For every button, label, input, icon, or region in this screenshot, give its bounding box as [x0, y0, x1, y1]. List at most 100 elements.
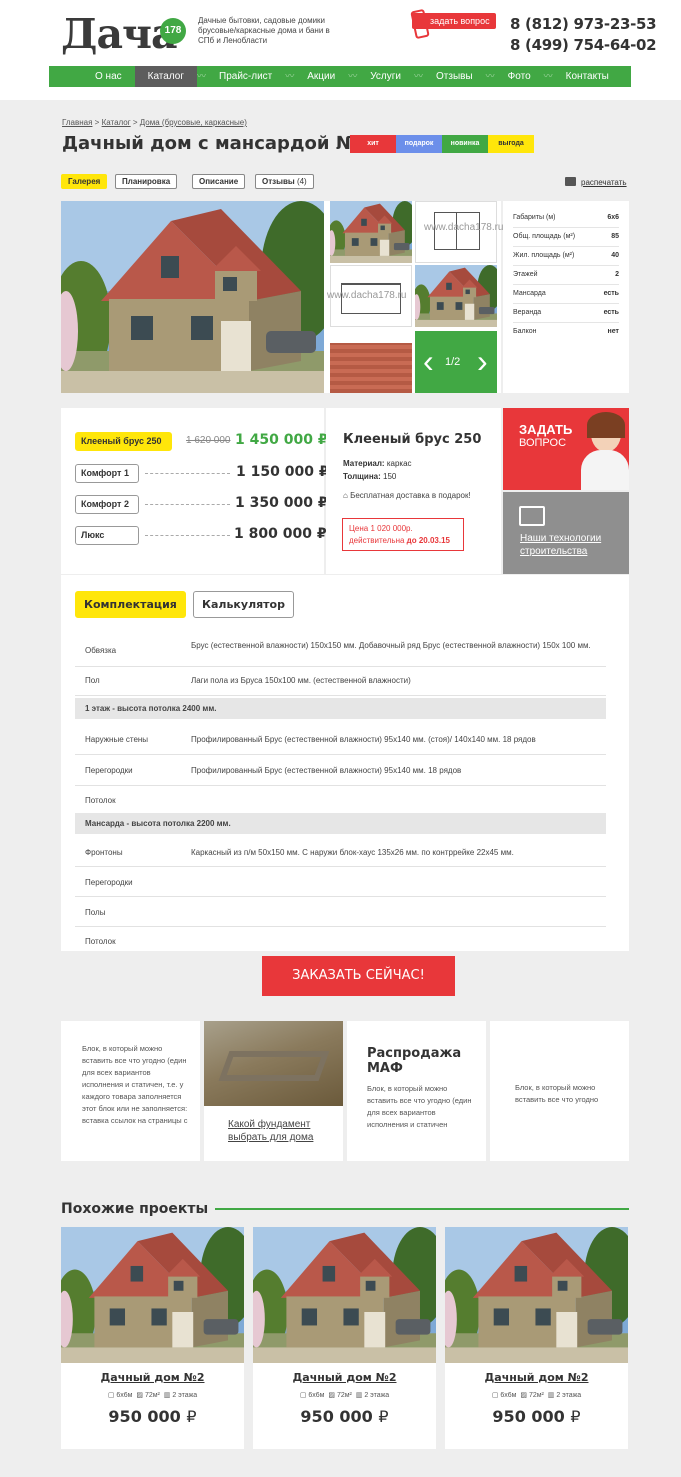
config-row: Пол Лаги пола из Бруса 150х100 мм. (естес… [75, 667, 606, 696]
delivery-text: Бесплатная доставка в подарок! [350, 491, 471, 500]
similar-card[interactable]: Дачный дом №2 ▢ 6x6м ▨ 72м² ▥ 2 этажа 95… [253, 1227, 436, 1449]
nav-reviews[interactable]: Отзывы [423, 66, 486, 87]
printer-icon[interactable] [565, 177, 576, 186]
spec-value: 85 [611, 233, 619, 240]
foundation-photo [204, 1021, 343, 1106]
project-area: 72м² [336, 1392, 352, 1399]
nav-separator: 〰 [543, 71, 553, 81]
project-size: 6x6м [308, 1392, 325, 1399]
page-title: Дачный дом с мансардой №16 [62, 133, 383, 154]
section-divider [215, 1208, 629, 1210]
nav-about[interactable]: О нас [82, 66, 135, 87]
nav-separator: 〰 [197, 71, 207, 81]
phone-spb[interactable]: 8 (812) 973-23-53 [510, 15, 657, 33]
sale-card[interactable]: Распродажа МАФ Блок, в который можно вст… [347, 1021, 486, 1161]
foundation-card[interactable]: Какой фундамент выбрать для дома [204, 1021, 343, 1161]
option-comfort-2[interactable]: Комфорт 2 [75, 495, 139, 514]
project-name[interactable]: Дачный дом №2 [445, 1371, 628, 1384]
badge-gift: подарок [396, 135, 442, 153]
tab-reviews-label: Отзывы [262, 177, 295, 186]
price-value: 1 350 000 [235, 495, 313, 511]
config-section-header: 1 этаж - высота потолка 2400 мм. [75, 698, 606, 719]
tab-description[interactable]: Описание [192, 174, 246, 189]
badge-hit: хит [350, 135, 396, 153]
option-lux[interactable]: Люкс [75, 526, 139, 545]
nav-pricelist[interactable]: Прайс-лист [206, 66, 285, 87]
phone-msk[interactable]: 8 (499) 754-64-02 [510, 36, 657, 54]
breadcrumb-catalog[interactable]: Каталог [102, 118, 131, 127]
project-name[interactable]: Дачный дом №2 [61, 1371, 244, 1384]
tab-configuration[interactable]: Комплектация [75, 591, 186, 618]
project-name[interactable]: Дачный дом №2 [253, 1371, 436, 1384]
ask-question-block[interactable]: ЗАДАТЬ ВОПРОС [503, 408, 629, 490]
project-area: 72м² [144, 1392, 160, 1399]
watermark: www.dacha178.ru [327, 290, 407, 301]
similar-card[interactable]: Дачный дом №2 ▢ 6x6м ▨ 72м² ▥ 2 этажа 95… [61, 1227, 244, 1449]
sale-title: Распродажа МАФ [367, 1046, 462, 1076]
foundation-link[interactable]: Какой фундамент выбрать для дома [228, 1118, 333, 1144]
breadcrumb-home[interactable]: Главная [62, 118, 92, 127]
thumb-photo[interactable] [330, 201, 412, 263]
spec-label: Жил. площадь (м²) [513, 252, 575, 259]
spec-row: Жил. площадь (м²) 40 [513, 247, 619, 266]
badge-new: новинка [442, 135, 488, 153]
breadcrumb: Главная > Каталог > Дома (брусовые, карк… [62, 118, 247, 127]
order-now-button[interactable]: ЗАКАЗАТЬ СЕЙЧАС! [262, 956, 455, 996]
main-photo[interactable] [61, 201, 324, 393]
tab-reviews[interactable]: Отзывы (4) [255, 174, 314, 189]
tab-gallery[interactable]: Галерея [61, 174, 108, 189]
thickness-value: 150 [383, 472, 397, 481]
config-row: Наружные стены Профилированный Брус (есте… [75, 726, 606, 755]
spec-label: Этажей [513, 271, 538, 278]
promo-valid-text: действительна [349, 536, 405, 545]
material-value: каркас [386, 459, 412, 468]
nav-promos[interactable]: Акции [294, 66, 348, 87]
prev-arrow-icon[interactable]: ‹ [423, 345, 434, 377]
config-key: Перегородки [85, 766, 133, 775]
tech-link[interactable]: Наши технологии строительства [520, 532, 620, 558]
nav-catalog[interactable]: Каталог [134, 66, 197, 87]
promo-validity: действительна до 20.03.15 [349, 535, 457, 547]
option-comfort-1[interactable]: Комфорт 1 [75, 464, 139, 483]
ask-question-button[interactable]: задать вопрос [412, 13, 496, 29]
breadcrumb-category[interactable]: Дома (брусовые, каркасные) [140, 118, 247, 127]
nav-contacts[interactable]: Контакты [553, 66, 622, 87]
thumb-plan[interactable]: www.dacha178.ru [415, 201, 504, 263]
project-floors: 2 этажа [172, 1392, 198, 1399]
spec-value: есть [603, 309, 619, 316]
project-size: 6x6м [500, 1392, 517, 1399]
config-section-title: 1 этаж - высота потолка 2400 мм. [85, 704, 217, 713]
info-thickness: Толщина: 150 [343, 472, 396, 481]
promo-box: Цена 1 020 000р. действительна до 20.03.… [342, 518, 464, 551]
tab-calculator[interactable]: Калькулятор [193, 591, 294, 618]
main-nav: О нас Каталог 〰 Прайс-лист 〰 Акции 〰 Усл… [49, 66, 631, 87]
logo[interactable]: Дача [61, 10, 178, 58]
config-section-header: Мансарда - высота потолка 2200 мм. [75, 813, 606, 834]
thumb-photo-side[interactable] [415, 265, 497, 327]
tab-layout[interactable]: Планировка [115, 174, 178, 189]
gift-icon: ⌂ [343, 491, 348, 500]
thumb-drawing[interactable]: www.dacha178.ru [327, 265, 412, 327]
spec-value: 40 [611, 252, 619, 259]
option-glued-beam[interactable]: Клееный брус 250 [75, 432, 172, 451]
nav-photo[interactable]: Фото [495, 66, 544, 87]
thumb-facade[interactable] [330, 331, 412, 393]
config-key: Фронтоны [85, 848, 123, 857]
tagline: Дачные бытовки, садовые домики брусовые/… [198, 16, 330, 45]
config-key: Потолок [85, 796, 116, 805]
technologies-block[interactable]: Наши технологии строительства [503, 492, 629, 574]
nav-separator: 〰 [348, 71, 358, 81]
info-title: Клееный брус 250 [343, 432, 482, 447]
similar-card[interactable]: Дачный дом №2 ▢ 6x6м ▨ 72м² ▥ 2 этажа 95… [445, 1227, 628, 1449]
book-icon [519, 506, 545, 526]
ruble-sign: ₽ [186, 1407, 197, 1426]
card-text: Блок, в который можно вставить все что у… [515, 1083, 599, 1104]
ruble-sign: ₽ [570, 1407, 581, 1426]
ask-line1: ЗАДАТЬ [519, 422, 573, 437]
config-value: Брус (естественной влажности) 150х150 мм… [191, 641, 591, 650]
nav-services[interactable]: Услуги [357, 66, 414, 87]
price-value: 950 000 [300, 1407, 373, 1426]
print-link[interactable]: распечатать [581, 178, 627, 187]
next-arrow-icon[interactable]: › [477, 345, 488, 377]
config-row: Перегородки [75, 867, 606, 897]
